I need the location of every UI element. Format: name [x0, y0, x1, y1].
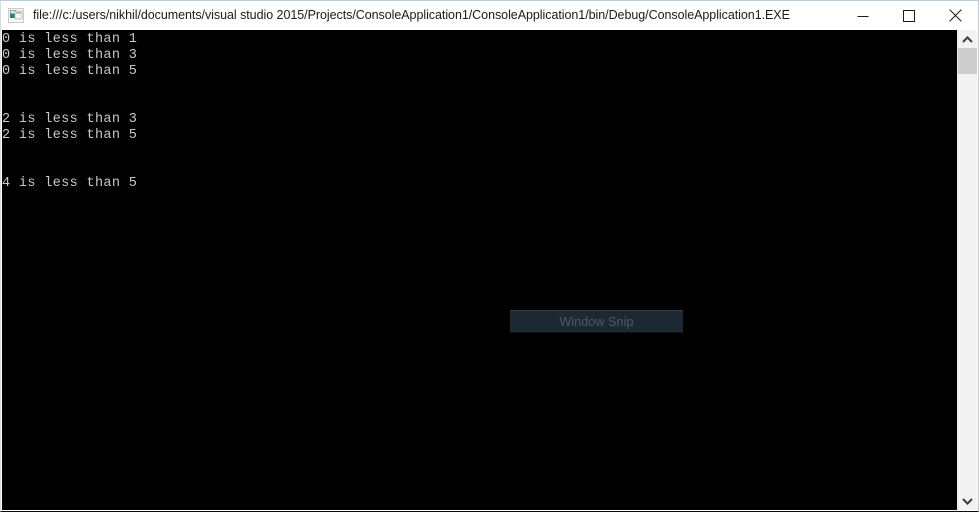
title-bar[interactable]: file:///c:/users/nikhil/documents/visual…: [1, 1, 978, 30]
vertical-scrollbar[interactable]: [957, 30, 977, 510]
chevron-down-icon: [962, 497, 973, 505]
window-title: file:///c:/users/nikhil/documents/visual…: [33, 8, 790, 22]
console-output-text: 0 is less than 1 0 is less than 3 0 is l…: [2, 32, 138, 191]
scrollbar-track[interactable]: [958, 74, 977, 492]
close-button[interactable]: [932, 1, 978, 30]
maximize-icon: [903, 9, 915, 22]
window-snip-overlay[interactable]: Window Snip: [510, 310, 683, 333]
scrollbar-thumb[interactable]: [958, 48, 977, 74]
console-output-area[interactable]: 0 is less than 1 0 is less than 3 0 is l…: [2, 30, 959, 510]
console-application-window: file:///c:/users/nikhil/documents/visual…: [0, 0, 979, 512]
maximize-button[interactable]: [886, 1, 932, 30]
close-icon: [948, 9, 962, 22]
scroll-down-button[interactable]: [958, 492, 977, 510]
console-window-icon: [8, 8, 24, 23]
window-snip-label: Window Snip: [559, 314, 634, 329]
minimize-icon: [857, 10, 869, 22]
chevron-up-icon: [962, 35, 973, 43]
scroll-up-button[interactable]: [958, 30, 977, 48]
minimize-button[interactable]: [840, 1, 886, 30]
